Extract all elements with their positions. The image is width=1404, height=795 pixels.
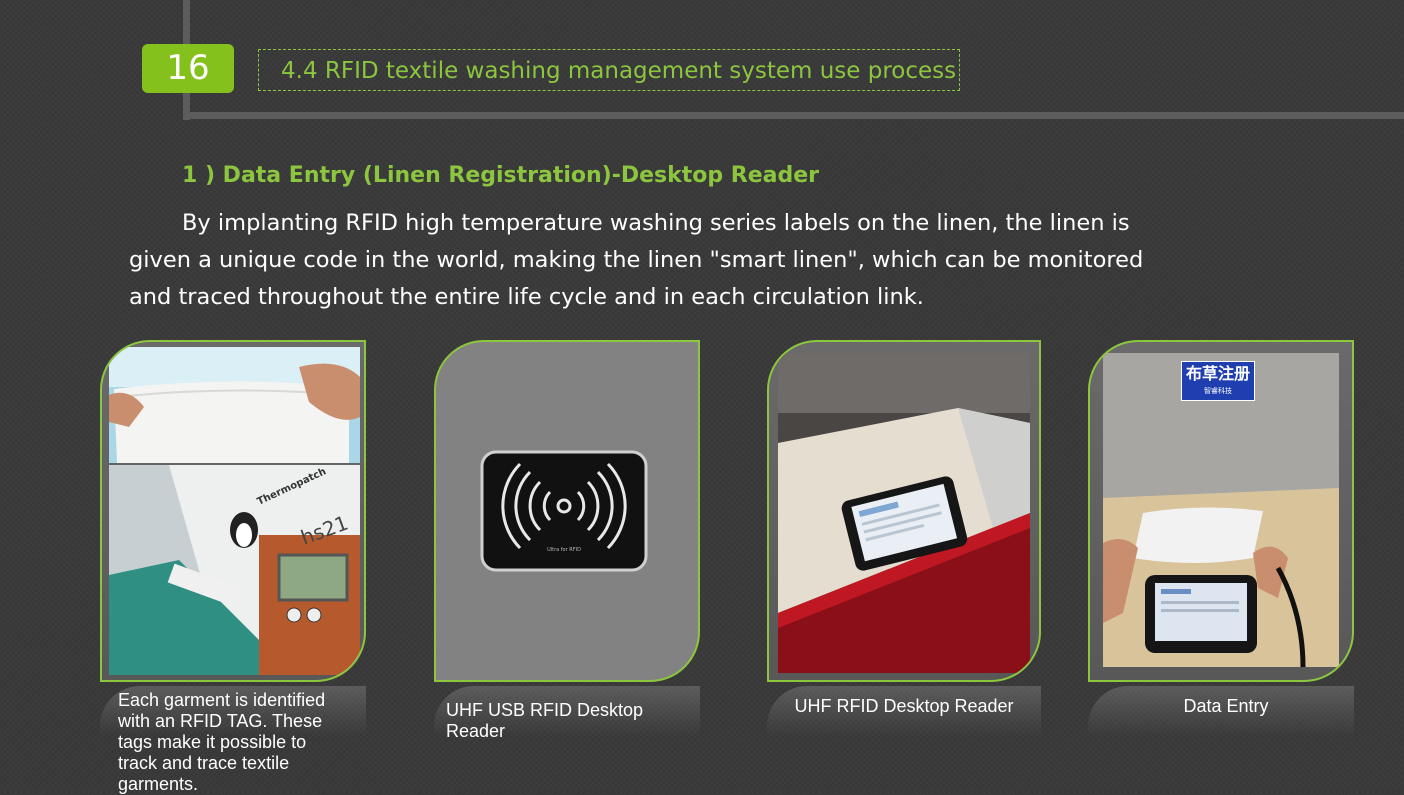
card-desktop-reader — [767, 340, 1041, 682]
subheading: 1 ) Data Entry (Linen Registration)-Desk… — [182, 163, 820, 188]
card-usb-reader: Ultra for RFID — [434, 340, 700, 682]
sign-sub-text: 智睿科技 — [1204, 387, 1232, 395]
photo-desktop-reader-table — [778, 353, 1030, 673]
section-title: 4.4 RFID textile washing management syst… — [258, 49, 960, 91]
caption-garment-tagging: Each garment is identified with an RFID … — [118, 690, 326, 794]
photo-linen-hands — [109, 347, 360, 463]
page-number-badge: 16 — [142, 44, 234, 93]
card-data-entry: 布草注册 智睿科技 — [1088, 340, 1354, 682]
card-garment-tagging: Thermopatch hs21 — [100, 340, 366, 682]
caption-data-entry: Data Entry — [1183, 696, 1269, 716]
photo-heat-press-machine: Thermopatch hs21 — [109, 465, 360, 675]
body-paragraph: By implanting RFID high temperature wash… — [129, 210, 1144, 310]
caption-desktop-reader: UHF RFID Desktop Reader — [794, 696, 1014, 716]
sign-main-text: 布草注册 — [1185, 364, 1250, 383]
registration-sign: 布草注册 智睿科技 — [1181, 361, 1255, 401]
header-frame-horizontal — [183, 112, 1404, 119]
reader-label-text: Ultra for RFID — [547, 547, 581, 553]
photo-usb-rfid-reader: Ultra for RFID — [480, 450, 648, 574]
photo-data-entry: 布草注册 智睿科技 — [1103, 353, 1339, 667]
caption-usb-reader: UHF USB RFID Desktop Reader — [446, 700, 644, 741]
